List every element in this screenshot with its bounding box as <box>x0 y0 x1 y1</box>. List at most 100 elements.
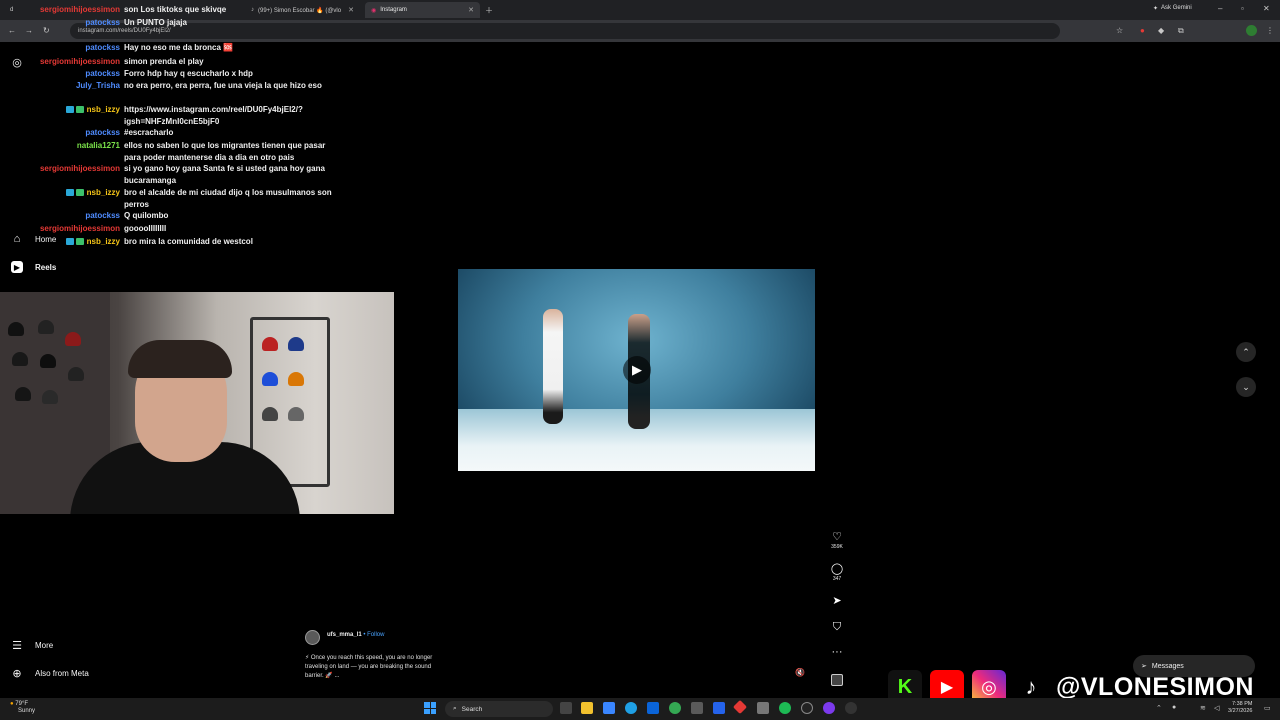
app-icon[interactable] <box>845 702 857 714</box>
file-explorer-icon[interactable] <box>581 702 593 714</box>
weather-widget[interactable]: ● 79°F Sunny <box>10 701 35 715</box>
reels-icon: ▶ <box>11 261 23 273</box>
star-icon[interactable]: ☆ <box>1116 26 1123 35</box>
play-icon: ▶ <box>632 362 642 377</box>
chat-username[interactable]: patockss <box>85 17 120 29</box>
chat-username[interactable]: patockss <box>85 68 120 80</box>
audio-thumbnail[interactable] <box>831 674 843 686</box>
tab-instagram[interactable]: ◉ Instagram ✕ <box>365 2 480 18</box>
edge-icon[interactable] <box>625 702 637 714</box>
more-icon: ··· <box>831 646 843 658</box>
extension-icon[interactable]: ◆ <box>1158 26 1164 35</box>
chat-username[interactable]: sergiomihijoessimon <box>40 163 120 175</box>
app-icon[interactable] <box>603 702 615 714</box>
app-icon[interactable] <box>691 702 703 714</box>
app-icon[interactable] <box>713 702 725 714</box>
sun-icon: ● <box>10 701 14 707</box>
chat-username[interactable]: nsb_izzy <box>65 236 120 248</box>
chat-text: ellos no saben lo que los migrantes tien… <box>124 141 326 162</box>
share-button[interactable]: ➤ <box>828 595 846 607</box>
more-options-button[interactable]: ··· <box>828 646 846 658</box>
chat-text: gooooIIIIIIII <box>124 224 167 233</box>
chat-username[interactable]: patockss <box>85 210 120 222</box>
chat-username[interactable]: nsb_izzy <box>65 187 120 199</box>
chat-text: son Los tiktoks que skivqe <box>124 5 227 14</box>
start-button[interactable] <box>424 702 436 714</box>
app-icon[interactable] <box>801 702 813 714</box>
meta-icon: ⊕ <box>12 667 22 680</box>
chat-text: Hay no eso me da bronca 🆘 <box>124 43 234 52</box>
chat-link[interactable]: https://www.instagram.com/reel/DU0Fy4bjE… <box>124 104 334 127</box>
save-button[interactable]: ⛉ <box>828 621 846 633</box>
wifi-icon[interactable]: ≋ <box>1200 704 1206 712</box>
verified-badge-icon <box>75 238 84 246</box>
reel-video[interactable]: ▶ <box>458 269 815 471</box>
chat-text: bro mira la comunidad de westcol <box>124 237 253 246</box>
sidebar-item-more[interactable]: ☰ More <box>11 639 53 652</box>
follow-link[interactable]: • Follow <box>363 632 384 638</box>
menu-icon[interactable]: ⋮ <box>1266 26 1274 35</box>
chat-username[interactable]: natalia1271 <box>77 140 120 152</box>
puzzle-icon[interactable]: ⧉ <box>1178 26 1184 36</box>
profile-avatar[interactable] <box>1246 25 1257 36</box>
chat-username[interactable]: July_Trisha <box>76 80 120 92</box>
play-button[interactable]: ▶ <box>623 356 651 384</box>
subscriber-badge-icon <box>65 238 74 246</box>
chat-text: Q quilombo <box>124 211 169 220</box>
clock[interactable]: 7:38 PM 3/27/2026 <box>1228 701 1252 715</box>
volume-icon[interactable]: ◁ <box>1214 704 1219 712</box>
close-icon[interactable]: ✕ <box>348 6 354 14</box>
stream-chat: sergiomihijoessimon son Los tiktoks que s… <box>0 0 340 250</box>
caption-text: ⚡ Once you reach this speed, you are no … <box>305 655 433 679</box>
new-tab-icon[interactable]: ＋ <box>485 5 493 16</box>
chat-text: bro el alcalde de mi ciudad dijo q los m… <box>124 188 332 209</box>
app-icon[interactable] <box>757 702 769 714</box>
minimize-icon[interactable]: – <box>1218 4 1222 13</box>
outlook-icon[interactable] <box>647 702 659 714</box>
chevron-down-icon: ⌄ <box>1242 381 1250 392</box>
heart-icon: ♡ <box>832 531 842 543</box>
webcam-feed <box>0 292 394 514</box>
chat-username[interactable]: patockss <box>85 127 120 139</box>
subscriber-badge-icon <box>65 106 74 114</box>
chat-text: Un PUNTO jajaja <box>124 18 187 27</box>
extension-icon[interactable]: ● <box>1140 26 1145 35</box>
notifications-icon[interactable]: ▭ <box>1264 704 1271 712</box>
tray-icon[interactable]: ● <box>1172 704 1176 711</box>
maximize-icon[interactable]: ▫ <box>1241 4 1244 13</box>
chat-text: simon prenda el play <box>124 57 204 66</box>
ask-gemini-button[interactable]: ✦ Ask Gemini <box>1153 5 1192 12</box>
taskbar-search[interactable]: ⌕ Search <box>445 701 553 717</box>
tray-chevron-icon[interactable]: ⌃ <box>1156 704 1162 712</box>
close-icon[interactable]: ✕ <box>468 6 474 14</box>
task-view-icon[interactable] <box>560 702 572 714</box>
search-icon: ⌕ <box>453 705 457 712</box>
caption-username[interactable]: ufs_mma_l1 <box>327 632 362 638</box>
chat-text: #escracharlo <box>124 128 174 137</box>
subscriber-badge-icon <box>65 189 74 197</box>
avatar[interactable] <box>305 630 320 645</box>
chat-username[interactable]: sergiomihijoessimon <box>40 56 120 68</box>
chat-username[interactable]: sergiomihijoessimon <box>40 4 120 16</box>
chat-username[interactable]: patockss <box>85 42 120 54</box>
verified-badge-icon <box>75 106 84 114</box>
comment-icon: ◯ <box>830 563 844 575</box>
comment-button[interactable]: ◯ 347 <box>828 563 846 582</box>
app-icon[interactable] <box>823 702 835 714</box>
chat-text: Forro hdp hay q escucharlo x hdp <box>124 69 253 78</box>
next-reel-button[interactable]: ⌄ <box>1236 377 1256 397</box>
sidebar-item-also-from-meta[interactable]: ⊕ Also from Meta <box>11 667 88 680</box>
chrome-icon[interactable] <box>669 702 681 714</box>
spotify-icon[interactable] <box>779 702 791 714</box>
mute-icon[interactable]: 🔇 <box>795 668 805 677</box>
chat-username[interactable]: sergiomihijoessimon <box>40 223 120 235</box>
window-close-icon[interactable]: ✕ <box>1263 4 1270 13</box>
windows-taskbar: ● 79°F Sunny ⌕ Search ⌃ ● ≋ ◁ 7:38 PM 3/2… <box>0 698 1280 720</box>
instagram-tab-icon: ◉ <box>371 7 377 14</box>
app-icon[interactable] <box>732 699 748 715</box>
sidebar-item-reels[interactable]: ▶ Reels <box>11 261 56 273</box>
chat-username[interactable]: nsb_izzy <box>65 104 120 116</box>
previous-reel-button[interactable]: ⌃ <box>1236 342 1256 362</box>
bookmark-icon: ⛉ <box>832 621 842 633</box>
like-button[interactable]: ♡ 359K <box>828 531 846 550</box>
